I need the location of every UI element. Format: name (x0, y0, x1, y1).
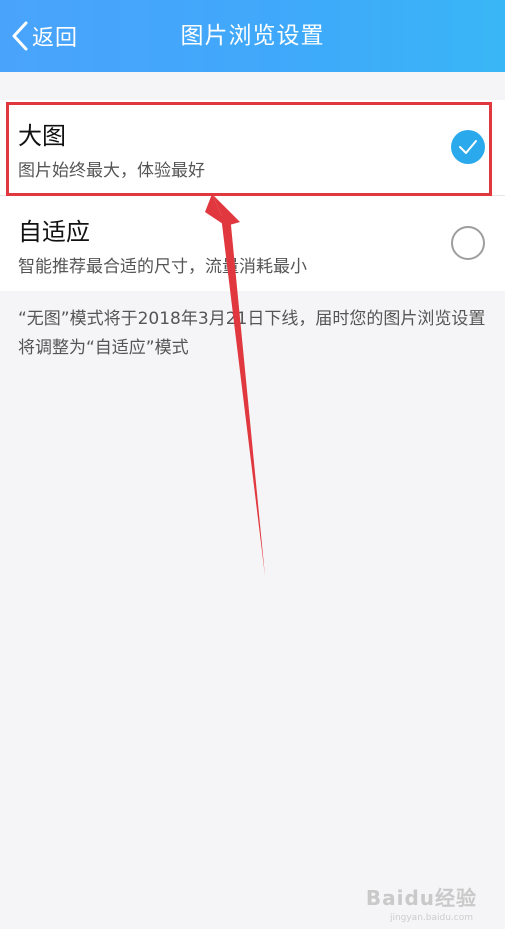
option-description: 图片始终最大，体验最好 (18, 161, 205, 181)
title-bar: 返回 图片浏览设置 (0, 0, 505, 72)
option-title: 自适应 (18, 218, 90, 246)
option-list: 大图 图片始终最大，体验最好 自适应 智能推荐最合适的尺寸，流量消耗最小 (0, 100, 505, 291)
option-description: 智能推荐最合适的尺寸，流量消耗最小 (18, 257, 307, 277)
checkmark-icon (459, 140, 477, 154)
page-title: 图片浏览设置 (180, 23, 325, 49)
option-large-image[interactable]: 大图 图片始终最大，体验最好 (0, 100, 505, 195)
watermark-url: jingyan.baidu.com (389, 913, 473, 923)
radio-selected[interactable] (451, 130, 485, 164)
radio-unselected[interactable] (451, 226, 485, 260)
option-title: 大图 (18, 122, 66, 150)
option-adaptive[interactable]: 自适应 智能推荐最合适的尺寸，流量消耗最小 (0, 195, 505, 291)
watermark-logo: Baidu经验 (365, 886, 477, 910)
notice-text: “无图”模式将于2018年3月21日下线，届时您的图片浏览设置将调整为“自适应”… (18, 309, 486, 358)
